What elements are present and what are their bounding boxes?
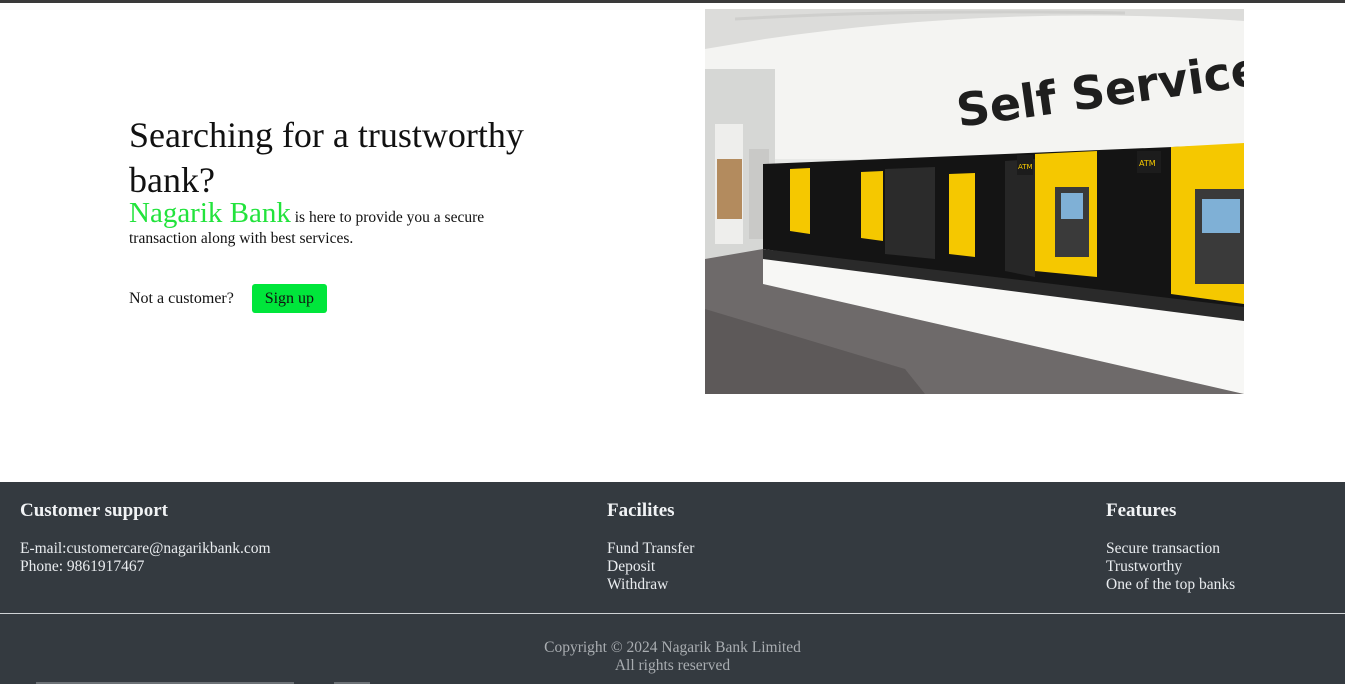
hero-text: Searching for a trustworthy bank? Nagari… xyxy=(129,113,529,249)
self-service-photo: ATM ATM Self Service xyxy=(705,9,1244,394)
features-column: Features Secure transaction Trustworthy … xyxy=(1106,500,1235,594)
signup-button[interactable]: Sign up xyxy=(251,284,327,313)
signup-cta: Not a customer? Sign up xyxy=(129,284,327,313)
facilities-title: Facilites xyxy=(607,500,675,521)
self-service-illustration: ATM ATM Self Service xyxy=(705,9,1244,394)
feature-item: Trustworthy xyxy=(1106,558,1183,575)
facilities-column: Facilites Fund Transfer Deposit Withdraw xyxy=(607,500,694,594)
facility-item: Withdraw xyxy=(607,576,669,593)
copyright: Copyright © 2024 Nagarik Bank Limited Al… xyxy=(0,639,1345,675)
facility-item: Deposit xyxy=(607,558,656,575)
customer-support-title: Customer support xyxy=(20,500,168,521)
features-title: Features xyxy=(1106,500,1177,521)
customer-support-column: Customer support E-mail:customercare@nag… xyxy=(20,500,271,576)
top-border xyxy=(0,0,1345,3)
hero-description: Nagarik Bank is here to provide you a se… xyxy=(129,199,529,249)
atm-label: ATM xyxy=(1018,163,1033,171)
facility-item: Fund Transfer xyxy=(607,540,695,557)
support-email: E-mail:customercare@nagarikbank.com xyxy=(20,540,271,557)
support-phone: Phone: 9861917467 xyxy=(20,558,145,575)
feature-item: One of the top banks xyxy=(1106,576,1236,593)
brand-name: Nagarik Bank xyxy=(129,197,291,229)
hero-headline: Searching for a trustworthy bank? xyxy=(129,115,524,200)
feature-item: Secure transaction xyxy=(1106,540,1221,557)
cta-label: Not a customer? xyxy=(129,289,234,307)
rights-line: All rights reserved xyxy=(614,657,731,674)
atm-label-2: ATM xyxy=(1139,159,1156,168)
footer-divider xyxy=(0,613,1345,614)
site-footer: Customer support E-mail:customercare@nag… xyxy=(0,482,1345,684)
copyright-line: Copyright © 2024 Nagarik Bank Limited xyxy=(544,639,801,656)
